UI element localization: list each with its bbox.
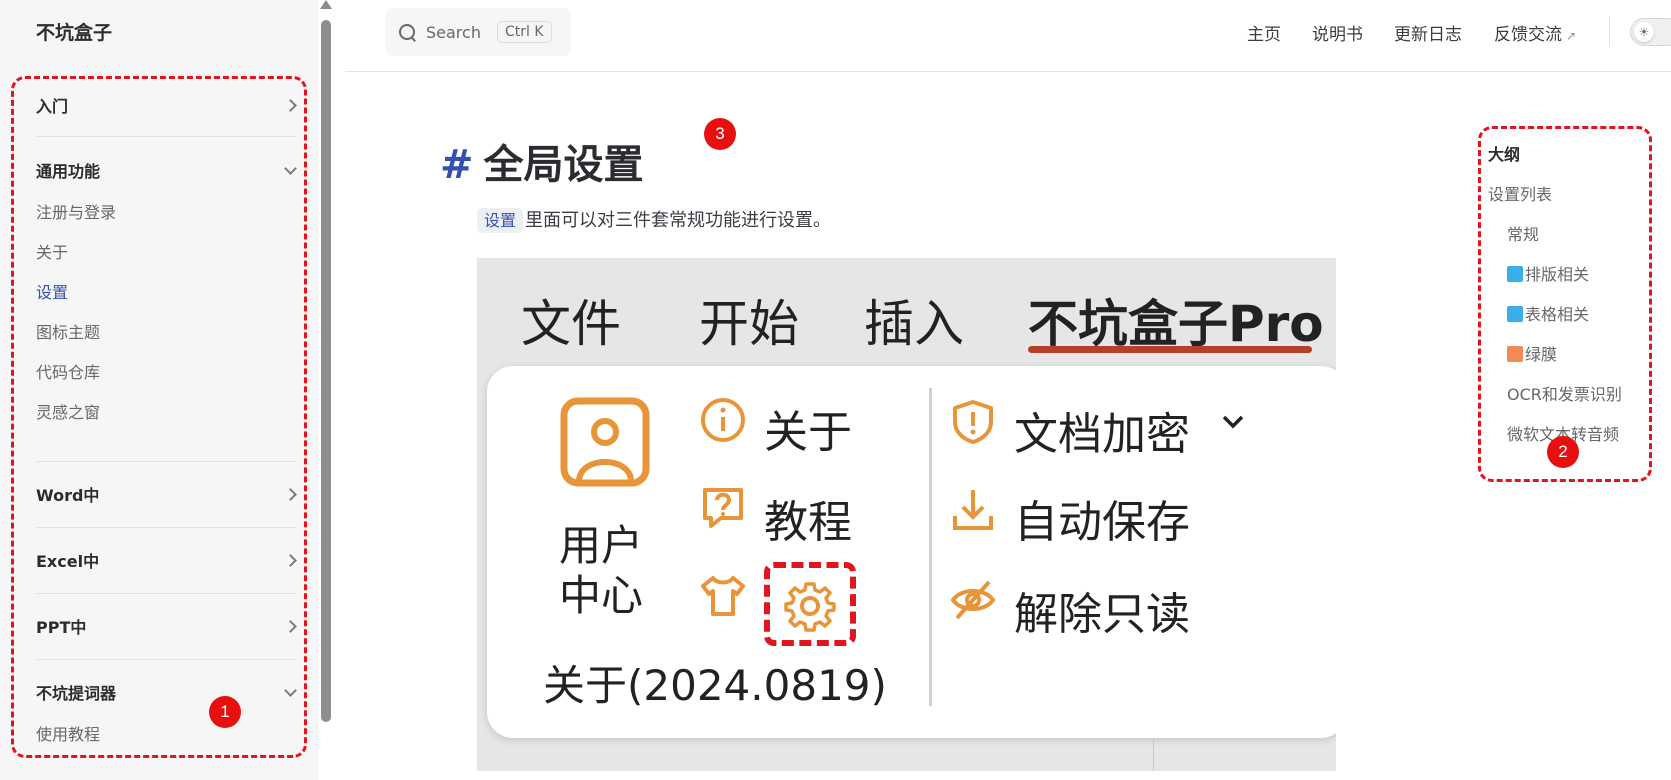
- version-label: 关于(2024.0819): [543, 661, 887, 710]
- inline-code-settings: 设置: [477, 208, 524, 233]
- unlock-label: 解除只读: [1014, 589, 1190, 640]
- nav-link-manual[interactable]: 说明书: [1312, 20, 1363, 45]
- external-link-icon: ↗: [1566, 29, 1577, 43]
- ribbon-tab-insert: 插入: [864, 295, 964, 353]
- help-bubble-icon: [703, 488, 743, 528]
- encrypt-label: 文档加密: [1014, 409, 1190, 460]
- autosave-label: 自动保存: [1014, 497, 1190, 548]
- sidebar: 不坑盒子 入门 通用功能 注册与登录 关于 设置 图标主题 代码仓库 灵感之窗 …: [0, 0, 318, 780]
- settings-screenshot: 文件 开始 插入 不坑盒子Pro 用户 中心 关于 教程 关于(2024.081…: [477, 258, 1336, 771]
- annotation-box-gear: [764, 562, 856, 646]
- scrollbar-thumb[interactable]: [321, 20, 331, 722]
- page-title: # 全局设置: [440, 132, 644, 190]
- bottom-divider: [1153, 738, 1154, 771]
- site-title[interactable]: 不坑盒子: [36, 18, 112, 45]
- chevron-down-icon: [1222, 415, 1244, 429]
- top-nav: Search Ctrl K 主页 说明书 更新日志 反馈交流 ↗ ☀: [345, 0, 1671, 72]
- user-center-icon: [560, 397, 650, 487]
- download-icon: [953, 490, 993, 530]
- panel-divider: [929, 388, 932, 706]
- search-button[interactable]: Search Ctrl K: [385, 8, 571, 56]
- ribbon-tab-file: 文件: [521, 295, 621, 353]
- eye-off-icon: [950, 580, 996, 620]
- search-shortcut: Ctrl K: [496, 21, 552, 43]
- ribbon-panel: 用户 中心 关于 教程 关于(2024.0819) 文档加密 自动保存 解除只读: [487, 366, 1336, 738]
- user-center-label-line2: 中心: [559, 571, 644, 620]
- intro-paragraph: 设置 里面可以对三件套常规功能进行设置。: [477, 206, 832, 233]
- tshirt-icon: [701, 576, 745, 616]
- shield-alert-icon: [953, 400, 993, 444]
- page-title-text: 全局设置: [483, 142, 644, 188]
- about-label: 关于: [764, 407, 852, 458]
- annotation-badge-3: 3: [704, 118, 736, 150]
- annotation-box-outline: [1478, 126, 1652, 482]
- active-tab-underline: [1028, 346, 1312, 353]
- scroll-up-arrow-icon[interactable]: [320, 0, 332, 9]
- annotation-box-sidebar: [11, 76, 307, 758]
- tutorial-label: 教程: [764, 497, 852, 548]
- intro-text: 里面可以对三件套常规功能进行设置。: [525, 210, 832, 231]
- nav-link-feedback-label: 反馈交流: [1494, 25, 1562, 45]
- nav-link-home[interactable]: 主页: [1247, 20, 1281, 45]
- theme-toggle[interactable]: ☀: [1630, 18, 1671, 46]
- search-icon: [399, 23, 416, 41]
- sun-icon: ☀: [1634, 22, 1654, 42]
- nav-link-feedback[interactable]: 反馈交流 ↗: [1494, 20, 1576, 45]
- anchor-hash[interactable]: #: [440, 142, 474, 188]
- search-placeholder: Search: [426, 22, 481, 42]
- info-icon: [701, 398, 745, 442]
- annotation-badge-1: 1: [209, 696, 241, 728]
- annotation-badge-2: 2: [1547, 436, 1579, 468]
- nav-link-changelog[interactable]: 更新日志: [1394, 20, 1462, 45]
- ribbon-tab-home: 开始: [699, 295, 799, 353]
- nav-divider: [1609, 16, 1610, 46]
